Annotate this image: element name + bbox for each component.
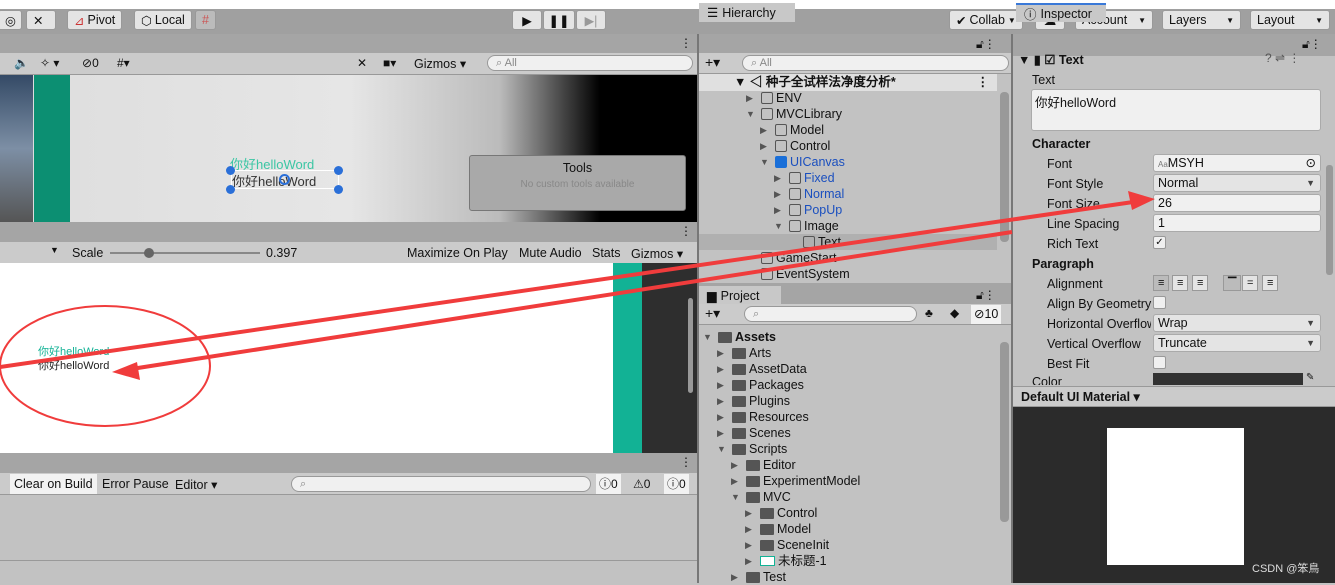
arrowhead xyxy=(112,362,140,380)
annotation-arrow-to-font-size xyxy=(0,199,1141,369)
arrowhead xyxy=(1128,191,1155,210)
annotation-overlay xyxy=(0,191,1155,427)
annotation-arrow-to-game-text xyxy=(124,230,1013,372)
annotation-circle xyxy=(0,305,211,427)
